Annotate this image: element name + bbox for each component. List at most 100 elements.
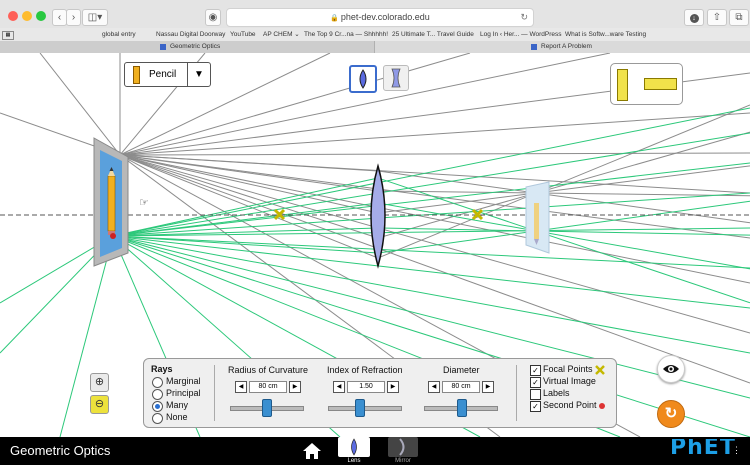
bookmark-item[interactable]: YouTube xyxy=(230,28,256,41)
ray xyxy=(377,190,750,197)
second-point-marker[interactable] xyxy=(110,233,116,239)
share-button[interactable]: ⇧ xyxy=(707,9,727,26)
lens[interactable] xyxy=(370,163,386,269)
radio-none[interactable] xyxy=(152,413,163,424)
ray xyxy=(377,104,750,259)
ray xyxy=(39,53,121,156)
lock-icon: 🔒 xyxy=(330,15,341,22)
radio-many[interactable] xyxy=(152,401,163,412)
measurement-toolbox xyxy=(610,63,683,105)
shield-icon: ◉ xyxy=(208,12,218,23)
share-icon: ⇧ xyxy=(712,12,722,23)
back-button[interactable]: ‹ xyxy=(52,9,67,26)
labels-checkbox[interactable] xyxy=(530,389,541,400)
zoom-in-icon: ⊕ xyxy=(94,376,105,388)
object-selector[interactable]: Pencil ▼ xyxy=(124,62,211,87)
index-slider-thumb[interactable] xyxy=(355,399,365,417)
zoom-out-button[interactable]: ⊖ xyxy=(90,395,109,414)
concave-lens-button[interactable] xyxy=(383,65,409,91)
minimize-window-icon[interactable] xyxy=(22,11,32,21)
convex-lens-button[interactable] xyxy=(349,65,377,93)
zoom-in-button[interactable]: ⊕ xyxy=(90,373,109,392)
radio-label: Marginal xyxy=(166,376,201,386)
menu-icon[interactable]: ⋮ xyxy=(732,445,741,456)
vertical-ruler-icon[interactable] xyxy=(617,69,628,101)
screen-label: Lens xyxy=(347,458,361,464)
focal-point-icon xyxy=(595,365,605,375)
forward-button[interactable]: › xyxy=(66,9,81,26)
divider xyxy=(516,365,517,421)
dropdown-arrow-icon[interactable]: ▼ xyxy=(187,63,210,86)
radius-increment-button[interactable]: ▶ xyxy=(289,381,301,393)
radio-label: Principal xyxy=(166,388,201,398)
index-value: 1.50 xyxy=(347,381,385,393)
ray xyxy=(377,131,750,239)
radio-marginal[interactable] xyxy=(152,377,163,388)
rays-title: Rays xyxy=(151,364,173,374)
zoom-out-icon: ⊖ xyxy=(94,398,105,410)
radio-principal[interactable] xyxy=(152,389,163,400)
close-window-icon[interactable] xyxy=(8,11,18,21)
bookmark-item[interactable]: global entry xyxy=(102,28,136,41)
tabs-icon: ⧉ xyxy=(735,12,743,23)
diameter-decrement-button[interactable]: ◀ xyxy=(428,381,440,393)
grid-icon[interactable]: ▦ xyxy=(2,31,14,40)
sidebar-icon: ◫▾ xyxy=(87,12,103,23)
screen-label: Mirror xyxy=(395,458,411,464)
reset-button[interactable]: ↻ xyxy=(657,400,685,428)
phet-logo[interactable]: PhET ⋮ xyxy=(670,439,748,465)
reload-icon[interactable]: ↻ xyxy=(520,9,528,26)
favicon-icon xyxy=(160,44,166,50)
bookmark-item[interactable]: The Top 9 Cr...na — Shhhhh! xyxy=(304,28,388,41)
diameter-increment-button[interactable]: ▶ xyxy=(482,381,494,393)
bookmark-item[interactable]: What is Softw...ware Testing xyxy=(565,28,646,41)
focal-points-checkbox[interactable]: ✓ xyxy=(530,365,541,376)
bookmark-item[interactable]: Nassau Digital Doorway xyxy=(156,28,225,41)
index-decrement-button[interactable]: ◀ xyxy=(333,381,345,393)
downloads-button[interactable]: ↓ xyxy=(684,9,704,26)
object-frame[interactable] xyxy=(93,137,129,267)
sidebar-toggle-button[interactable]: ◫▾ xyxy=(82,9,108,26)
ray xyxy=(119,154,750,334)
tab-label: Report A Problem xyxy=(541,43,592,50)
divider xyxy=(214,365,215,421)
checkbox-label: Labels xyxy=(543,388,570,398)
ray xyxy=(112,202,379,237)
object-selector-label: Pencil xyxy=(149,69,177,80)
home-icon xyxy=(303,443,321,459)
screen-button-mirror[interactable]: Mirror xyxy=(388,437,418,465)
bookmark-item[interactable]: 25 Ultimate T... Travel Guide xyxy=(392,28,474,41)
zoom-window-icon[interactable] xyxy=(36,11,46,21)
bookmarks-bar: ▦ global entry Nassau Digital Doorway Yo… xyxy=(0,28,750,42)
index-slider-track[interactable] xyxy=(328,406,402,411)
ray xyxy=(119,152,750,156)
download-icon: ↓ xyxy=(689,14,699,23)
cursor-icon: ☞ xyxy=(139,196,149,209)
horizontal-ruler-icon[interactable] xyxy=(644,78,677,90)
tab-overview-button[interactable]: ⧉ xyxy=(729,9,749,26)
tab-geometric-optics[interactable]: Geometric Optics xyxy=(0,41,374,53)
bookmark-item[interactable]: Log In ‹ Her... — WordPress xyxy=(480,28,562,41)
home-button[interactable] xyxy=(302,441,322,461)
eye-toggle-button[interactable] xyxy=(657,355,685,383)
checkbox-label: Second Point xyxy=(543,400,597,410)
screen-button-lens[interactable]: Lens xyxy=(338,437,370,465)
favicon-icon xyxy=(531,44,537,50)
pencil-icon xyxy=(133,66,140,84)
virtual-image-checkbox[interactable]: ✓ xyxy=(530,377,541,388)
index-increment-button[interactable]: ▶ xyxy=(387,381,399,393)
convex-lens-icon xyxy=(359,69,367,89)
bookmark-item[interactable]: AP CHEM ⌄ xyxy=(263,28,300,41)
tab-report-problem[interactable]: Report A Problem xyxy=(375,41,750,53)
address-bar[interactable]: 🔒 phet-dev.colorado.edu ↻ xyxy=(226,8,534,27)
diameter-title: Diameter xyxy=(443,365,480,375)
radius-slider-thumb[interactable] xyxy=(262,399,272,417)
radius-decrement-button[interactable]: ◀ xyxy=(235,381,247,393)
index-title: Index of Refraction xyxy=(327,365,403,375)
privacy-shield-button[interactable]: ◉ xyxy=(205,9,221,26)
control-panel: Rays Marginal Principal Many None Radius… xyxy=(143,358,617,428)
diameter-value: 80 cm xyxy=(442,381,480,393)
second-point-checkbox[interactable]: ✓ xyxy=(530,401,541,412)
ray xyxy=(112,235,379,254)
diameter-slider-thumb[interactable] xyxy=(457,399,467,417)
